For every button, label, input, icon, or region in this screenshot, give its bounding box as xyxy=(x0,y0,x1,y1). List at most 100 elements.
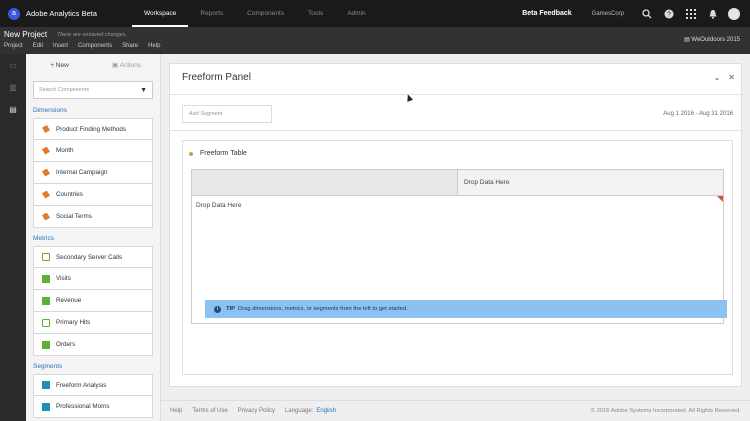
dimensions-list: Product Finding Methods Month Internal C… xyxy=(26,118,160,228)
beta-feedback-link[interactable]: Beta Feedback xyxy=(522,10,571,17)
metrics-list: Secondary Server Calls Visits Revenue Pr… xyxy=(26,246,160,356)
menu-insert[interactable]: Insert xyxy=(53,43,68,49)
nav-reports[interactable]: Reports xyxy=(188,0,235,27)
avatar[interactable] xyxy=(728,7,740,20)
report-suite-label: WeOutdoors 2015 xyxy=(691,37,740,43)
item-label: Visits xyxy=(56,275,71,282)
new-component-button[interactable]: + New xyxy=(26,62,93,69)
list-item[interactable]: Revenue xyxy=(33,290,153,312)
nav-components[interactable]: Components xyxy=(235,0,296,27)
calculated-metric-icon xyxy=(42,318,50,327)
footer-privacy-link[interactable]: Privacy Policy xyxy=(238,408,275,414)
copyright: © 2016 Adobe Systems Incorporated. All R… xyxy=(590,408,741,414)
date-range-picker[interactable]: Aug 1 2016 - Aug 31 2016 xyxy=(663,111,733,117)
nav-admin[interactable]: Admin xyxy=(335,0,377,27)
footer: Help Terms of Use Privacy Policy Languag… xyxy=(161,400,750,421)
freeform-panel: Freeform Panel ⌄ ✕ Add Segment Aug 1 2016… xyxy=(169,63,743,387)
actions-icon: ▣ xyxy=(112,62,120,69)
company-name[interactable]: GamesCorp xyxy=(592,11,624,17)
segments-list: Freeform Analysis Professional Moms xyxy=(26,374,160,418)
filter-icon[interactable]: ▼ xyxy=(140,87,147,94)
menu-edit[interactable]: Edit xyxy=(33,43,43,49)
item-label: Countries xyxy=(56,191,83,198)
menu-share[interactable]: Share xyxy=(122,43,138,49)
list-item[interactable]: Primary Hits xyxy=(33,312,153,334)
table-grid: Drop Data Here Drop Data Here i TIP Drag… xyxy=(191,169,727,324)
item-label: Freeform Analysis xyxy=(56,381,107,389)
list-item[interactable]: Countries xyxy=(33,184,153,206)
menu-project[interactable]: Project xyxy=(4,43,23,49)
divider xyxy=(170,94,743,95)
nav-workspace[interactable]: Workspace xyxy=(132,0,189,27)
list-item[interactable]: Month xyxy=(33,140,153,162)
panels-icon[interactable]: ▭ xyxy=(0,54,26,76)
item-label: Social Terms xyxy=(56,213,92,220)
dimension-header-cell[interactable] xyxy=(192,170,458,196)
nav-tools[interactable]: Tools xyxy=(296,0,335,27)
components-toolbar: + New ▣ Actions xyxy=(26,54,160,76)
list-item[interactable]: Product Finding Methods xyxy=(33,118,153,140)
components-panel: + New ▣ Actions Search Components ▼ Dime… xyxy=(26,54,161,421)
item-label: Revenue xyxy=(56,297,82,304)
tip-text: Drag dimensions, metrics, or segments fr… xyxy=(238,306,408,312)
footer-terms-link[interactable]: Terms of Use xyxy=(192,408,227,414)
segments-heading: Segments xyxy=(33,363,63,370)
item-label: Secondary Server Calls xyxy=(56,253,123,261)
info-icon: i xyxy=(214,305,221,313)
unsaved-changes-notice: There are unsaved changes. xyxy=(57,32,128,38)
add-segment-dropzone[interactable]: Add Segment xyxy=(182,105,272,123)
actions-button[interactable]: ▣ Actions xyxy=(93,61,160,69)
help-icon[interactable]: ? xyxy=(660,5,678,23)
left-rail: ▭ ▥ ▤ xyxy=(0,54,26,421)
corner-marker xyxy=(717,196,723,202)
panel-controls: ⌄ ✕ xyxy=(706,73,735,82)
dimension-icon xyxy=(42,190,50,199)
footer-help-link[interactable]: Help xyxy=(170,408,182,414)
item-label: Product Finding Methods xyxy=(56,125,127,133)
dimension-drop-zone[interactable]: Drop Data Here xyxy=(196,202,242,209)
segment-icon xyxy=(42,381,50,389)
dimensions-heading: Dimensions xyxy=(33,107,67,114)
metric-icon xyxy=(42,296,50,305)
bell-icon[interactable] xyxy=(704,5,722,23)
list-item[interactable]: Social Terms xyxy=(33,206,153,228)
list-item[interactable]: Secondary Server Calls xyxy=(33,246,153,268)
search-icon[interactable] xyxy=(638,5,656,23)
close-icon[interactable]: ✕ xyxy=(728,73,735,82)
top-right-controls: Beta Feedback GamesCorp ? xyxy=(522,5,750,23)
dimension-icon xyxy=(42,212,50,221)
language-selector[interactable]: English xyxy=(316,408,336,414)
project-bar: New Project There are unsaved changes. P… xyxy=(0,27,750,54)
menu-help[interactable]: Help xyxy=(148,43,160,49)
divider xyxy=(170,130,743,131)
main-nav: Workspace Reports Components Tools Admin xyxy=(132,0,378,27)
language-label: Language: xyxy=(285,408,314,414)
menu-components[interactable]: Components xyxy=(78,43,112,49)
metric-drop-zone[interactable]: Drop Data Here xyxy=(458,170,723,196)
list-item[interactable]: Internal Campaign xyxy=(33,162,153,184)
list-item[interactable]: Orders xyxy=(33,334,153,356)
list-item[interactable]: Visits xyxy=(33,268,153,290)
search-components[interactable]: Search Components ▼ xyxy=(33,81,153,99)
list-item[interactable]: Freeform Analysis xyxy=(33,374,153,396)
components-icon[interactable]: ▤ xyxy=(0,98,26,120)
project-title[interactable]: New Project xyxy=(4,30,47,39)
top-nav: a Adobe Analytics Beta Workspace Reports… xyxy=(0,0,750,27)
chevron-down-icon[interactable]: ⌄ xyxy=(714,73,721,82)
brand[interactable]: a Adobe Analytics Beta xyxy=(0,7,132,20)
adobe-analytics-logo-icon: a xyxy=(8,7,20,20)
search-input[interactable]: Search Components xyxy=(39,87,140,93)
table-status-dot xyxy=(189,151,193,156)
tip-banner: i TIP Drag dimensions, metrics, or segme… xyxy=(205,300,727,318)
svg-text:?: ? xyxy=(667,11,671,18)
visualizations-icon[interactable]: ▥ xyxy=(0,76,26,98)
item-label: Primary Hits xyxy=(56,319,91,326)
apps-grid-icon[interactable] xyxy=(682,5,700,23)
segment-icon xyxy=(42,402,50,411)
calculated-metric-icon xyxy=(42,253,50,261)
panel-title[interactable]: Freeform Panel xyxy=(182,72,251,83)
list-item[interactable]: Professional Moms xyxy=(33,396,153,418)
metrics-heading: Metrics xyxy=(33,235,54,242)
freeform-table-header[interactable]: Freeform Table xyxy=(189,150,247,157)
report-suite-selector[interactable]: ▤ WeOutdoors 2015 xyxy=(684,36,740,43)
